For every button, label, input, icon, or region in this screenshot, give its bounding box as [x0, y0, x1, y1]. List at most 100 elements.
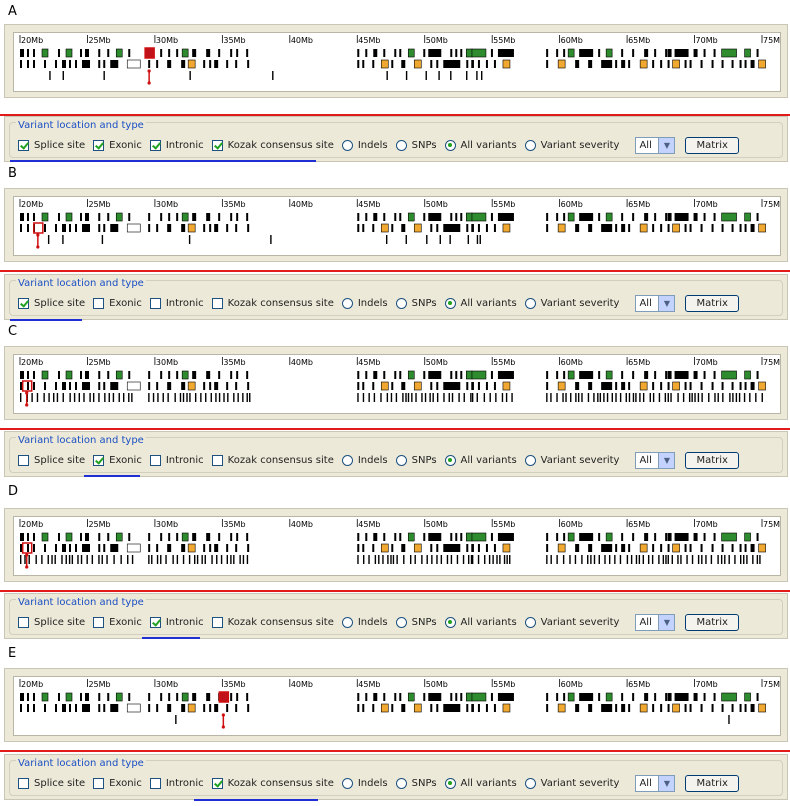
variant-marker[interactable]	[456, 555, 459, 564]
variant-marker[interactable]	[122, 393, 125, 402]
variant-marker[interactable]	[421, 393, 423, 402]
gene-block[interactable]	[148, 371, 151, 379]
gene-block[interactable]	[471, 224, 474, 232]
gene-block[interactable]	[357, 544, 360, 552]
gene-block[interactable]	[693, 533, 698, 541]
variant-marker[interactable]	[392, 555, 395, 564]
gene-block[interactable]	[436, 704, 439, 712]
gene-block[interactable]	[247, 224, 250, 232]
variant-marker[interactable]	[667, 393, 669, 402]
gene-block[interactable]	[455, 371, 458, 379]
variant-marker[interactable]	[630, 555, 633, 564]
gene-block[interactable]	[187, 381, 196, 391]
gene-block[interactable]	[667, 704, 670, 712]
variant-marker[interactable]	[218, 393, 221, 402]
variant-marker[interactable]	[175, 715, 177, 724]
variant-marker[interactable]	[615, 393, 617, 402]
gene-block[interactable]	[27, 693, 29, 701]
variant-marker[interactable]	[47, 555, 49, 564]
variant-marker[interactable]	[701, 555, 703, 564]
gene-block[interactable]	[579, 693, 594, 701]
gene-block[interactable]	[167, 544, 172, 552]
gene-block[interactable]	[107, 49, 110, 57]
gene-block[interactable]	[713, 533, 716, 541]
variant-marker[interactable]	[743, 393, 746, 402]
variant-marker[interactable]	[98, 555, 100, 564]
variant-marker[interactable]	[188, 555, 191, 564]
gene-block[interactable]	[373, 213, 378, 221]
indels-radio[interactable]	[341, 616, 353, 628]
variant-marker[interactable]	[127, 555, 129, 564]
gene-block[interactable]	[721, 212, 737, 222]
gene-block[interactable]	[721, 692, 737, 702]
gene-block[interactable]	[493, 704, 496, 712]
variant-marker[interactable]	[380, 393, 382, 402]
gene-block[interactable]	[69, 544, 71, 552]
variant-marker[interactable]	[162, 393, 164, 402]
gene-block[interactable]	[372, 382, 375, 390]
gene-block[interactable]	[713, 213, 716, 221]
gene-block[interactable]	[546, 60, 549, 68]
gene-block[interactable]	[693, 371, 698, 379]
variant-marker[interactable]	[220, 555, 223, 564]
gene-block[interactable]	[413, 703, 422, 713]
variant-marker[interactable]	[722, 393, 724, 402]
snps-radio-item[interactable]: SNPs	[395, 297, 437, 309]
gene-block[interactable]	[567, 370, 575, 380]
gene-block[interactable]	[181, 704, 186, 712]
variant-marker[interactable]	[440, 555, 443, 564]
gene-block[interactable]	[98, 371, 101, 379]
gene-block[interactable]	[20, 371, 24, 379]
gene-block[interactable]	[44, 544, 46, 552]
gene-block[interactable]	[471, 692, 487, 702]
gene-block[interactable]	[471, 532, 487, 542]
gene-block[interactable]	[744, 60, 747, 68]
gene-block[interactable]	[126, 59, 141, 69]
severity-radio-item[interactable]: Variant severity	[524, 777, 619, 789]
snps-radio-item[interactable]: SNPs	[395, 777, 437, 789]
gene-block[interactable]	[103, 544, 106, 552]
gene-block[interactable]	[226, 704, 229, 712]
variant-marker[interactable]	[382, 555, 384, 564]
gene-block[interactable]	[75, 382, 77, 390]
gene-block[interactable]	[168, 693, 171, 701]
gene-block[interactable]	[62, 382, 66, 390]
gene-block[interactable]	[502, 59, 511, 69]
variant-marker[interactable]	[131, 555, 134, 564]
gene-block[interactable]	[214, 60, 219, 68]
variant-marker[interactable]	[476, 235, 479, 244]
kozak-checkbox-item[interactable]: Kozak consensus site	[211, 777, 334, 789]
gene-block[interactable]	[80, 213, 82, 221]
gene-block[interactable]	[181, 544, 186, 552]
variant-marker[interactable]	[182, 393, 185, 402]
gene-block[interactable]	[450, 693, 453, 701]
variant-marker[interactable]	[205, 393, 207, 402]
gene-block[interactable]	[588, 544, 593, 552]
gene-block[interactable]	[758, 59, 766, 69]
variant-marker[interactable]	[186, 393, 188, 402]
gene-block[interactable]	[485, 544, 488, 552]
gene-block[interactable]	[62, 704, 66, 712]
gene-block[interactable]	[450, 49, 453, 57]
gene-block[interactable]	[148, 544, 151, 552]
gene-block[interactable]	[756, 49, 759, 57]
gene-block[interactable]	[115, 370, 123, 380]
gene-block[interactable]	[148, 224, 151, 232]
gene-block[interactable]	[33, 213, 35, 221]
gene-block[interactable]	[744, 370, 751, 380]
gene-block[interactable]	[628, 60, 631, 68]
variant-marker[interactable]	[204, 555, 206, 564]
gene-block[interactable]	[731, 544, 734, 552]
gene-block[interactable]	[226, 224, 229, 232]
gene-block[interactable]	[477, 704, 480, 712]
variant-marker[interactable]	[86, 555, 88, 564]
gene-block[interactable]	[365, 49, 368, 57]
gene-block[interactable]	[430, 60, 433, 68]
gene-block[interactable]	[477, 544, 480, 552]
gene-block[interactable]	[55, 544, 57, 552]
gene-block[interactable]	[214, 704, 219, 712]
variant-marker[interactable]	[565, 393, 567, 402]
variant-marker[interactable]	[550, 555, 552, 564]
variant-marker[interactable]	[182, 555, 185, 564]
gene-block[interactable]	[55, 704, 57, 712]
